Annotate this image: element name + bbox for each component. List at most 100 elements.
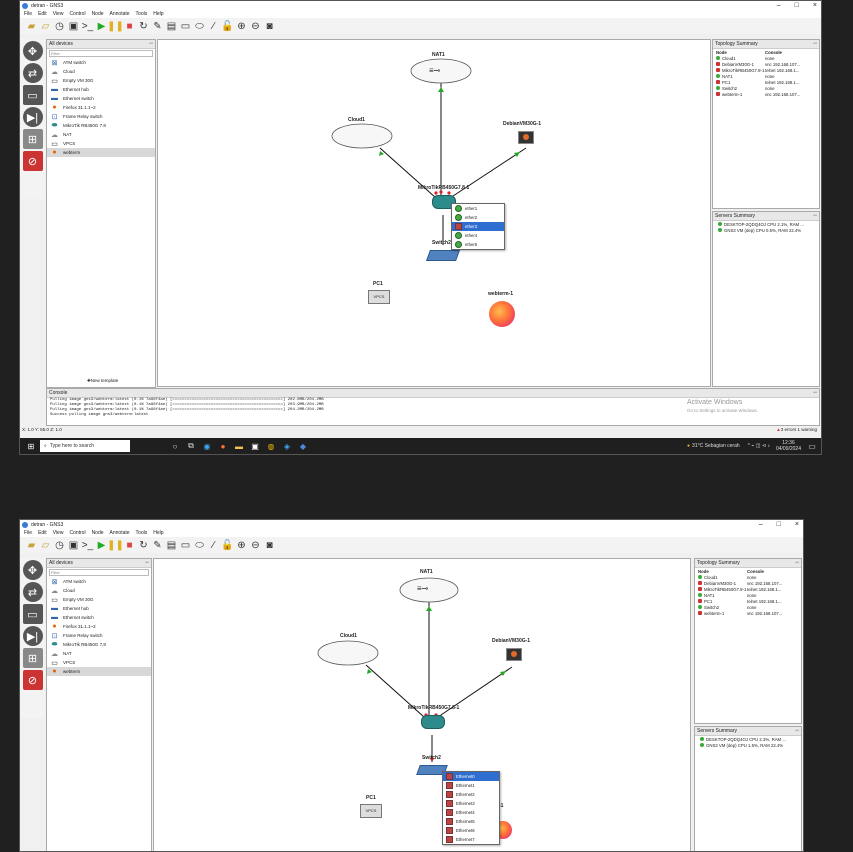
routers-icon[interactable]: ✥ (22, 560, 43, 580)
menu-item-ethernet6[interactable]: Ethernet6 (443, 826, 499, 835)
camera-icon[interactable]: ◙ (264, 21, 275, 32)
switch-icon[interactable] (425, 250, 461, 261)
clock[interactable]: 12:36 04/09/2024 (776, 440, 801, 452)
terminal-icon[interactable]: >_ (82, 21, 93, 32)
folder-icon[interactable]: ▱ (40, 540, 51, 551)
rectangle-icon[interactable]: ▭ (180, 21, 191, 32)
topology-row[interactable]: PC1 telnet 192.168.1... (695, 598, 801, 604)
notification-icon[interactable]: ▭ (807, 441, 817, 451)
topology-canvas[interactable]: NAT1 ≡⊸ Cloud1 DebianVM30G-1 MikroTikRB4… (153, 558, 691, 851)
image-icon[interactable]: ▤ (166, 540, 177, 551)
menu-item-ethernet5[interactable]: Ethernet5 (443, 817, 499, 826)
security-devices-icon[interactable]: ▶| (22, 626, 43, 646)
line-icon[interactable]: ∕ (208, 21, 219, 32)
node-label-debian[interactable]: DebianVM30G-1 (503, 121, 541, 127)
play-icon[interactable]: ▶ (96, 21, 107, 32)
node-label-webterm[interactable]: webterm-1 (488, 291, 513, 297)
pause-icon[interactable]: ❚❚ (107, 540, 124, 551)
cortana-icon[interactable]: ○ (170, 441, 180, 451)
menu-node[interactable]: Node (92, 11, 104, 17)
menu-item-ether3[interactable]: ether3 (452, 222, 504, 231)
reload-icon[interactable]: ↻ (138, 540, 149, 551)
security-devices-icon[interactable]: ▶| (22, 107, 43, 127)
end-devices-icon[interactable]: ▭ (22, 604, 43, 624)
minimize-button[interactable]: – (759, 520, 763, 529)
node-label-pc[interactable]: PC1 (373, 281, 383, 287)
device-webterm[interactable]: ● webterm (47, 667, 151, 676)
device-empty-vm[interactable]: ▭ Empty VM 30G (47, 76, 155, 85)
menu-item-ether1[interactable]: ether1 (452, 204, 504, 213)
new-template-button[interactable]: ✚New template (87, 378, 118, 384)
tray-icons[interactable]: ^ ⌁ ◫ ⊲ ♪ (748, 443, 770, 449)
device-ethernet-switch[interactable]: ▬ Ethernet switch (47, 94, 155, 103)
file-explorer-icon[interactable]: ▬ (234, 441, 244, 451)
device-firefox[interactable]: ● Firefox 31.1.1~2 (47, 622, 151, 631)
topology-row[interactable]: NAT1 none (695, 592, 801, 598)
device-ethernet-hub[interactable]: ▬ Ethernet hub (47, 604, 151, 613)
device-mikrotik[interactable]: ⬬ MikroTik RB450G 7.8 (47, 121, 155, 130)
status-errors[interactable]: ▲3 errors 1 warning (776, 427, 817, 432)
topology-row[interactable]: MikroTikRB450G7.8-1 telnet 192.168.1... (713, 67, 819, 73)
device-filter-input[interactable]: Filter (49, 50, 153, 57)
folder-open-icon[interactable]: ▰ (26, 21, 37, 32)
device-filter-input[interactable]: Filter (49, 569, 149, 576)
menu-item-ethernet7[interactable]: Ethernet7 (443, 835, 499, 844)
server-row[interactable]: GNS3 VM (dep) CPU 1.5%, RAM 22.4% (695, 742, 801, 748)
all-devices-icon[interactable]: ⊞ (22, 648, 43, 668)
terminal-icon[interactable]: >_ (82, 540, 93, 551)
rectangle-icon[interactable]: ▭ (180, 540, 191, 551)
debian-vm-icon[interactable] (518, 131, 534, 144)
routers-icon[interactable]: ✥ (22, 41, 43, 61)
panel-float-icon[interactable]: ▫▫ (813, 213, 817, 219)
topology-row[interactable]: webterm-1 vnc 192.168.107... (713, 91, 819, 97)
clock-icon[interactable]: ◷ (54, 540, 65, 551)
panel-float-icon[interactable]: ▫▫ (795, 728, 799, 734)
server-row[interactable]: GNS3 VM (dep) CPU 0.5%, RAM 22.4% (713, 227, 819, 233)
snapshot-icon[interactable]: ▣ (68, 540, 79, 551)
firefox-icon[interactable] (489, 301, 515, 327)
node-label-router[interactable]: MikroTikRB450G7.8-1 (408, 705, 459, 711)
zoom-out-icon[interactable]: ⊖ (250, 21, 261, 32)
zoom-in-icon[interactable]: ⊕ (236, 540, 247, 551)
menu-edit[interactable]: Edit (38, 11, 47, 17)
pause-icon[interactable]: ❚❚ (107, 21, 124, 32)
camera-icon[interactable]: ◙ (264, 540, 275, 551)
topology-row[interactable]: MikroTikRB450G7.8-1 telnet 192.168.1... (695, 586, 801, 592)
router-icon[interactable] (421, 715, 445, 729)
topology-row[interactable]: NAT1 none (713, 73, 819, 79)
zoom-out-icon[interactable]: ⊖ (250, 540, 261, 551)
stop-icon[interactable]: ■ (124, 540, 135, 551)
snapshot-icon[interactable]: ▣ (68, 21, 79, 32)
node-label-debian[interactable]: DebianVM30G-1 (492, 638, 530, 644)
menu-item-ether5[interactable]: ether5 (452, 240, 504, 249)
chrome-icon[interactable]: ◍ (266, 441, 276, 451)
device-empty-vm[interactable]: ▭ Empty VM 30G (47, 595, 151, 604)
close-button[interactable]: × (813, 1, 817, 10)
menu-edit[interactable]: Edit (38, 530, 47, 536)
menu-view[interactable]: View (53, 530, 64, 536)
node-label-switch[interactable]: Switch2 (422, 755, 441, 761)
firefox-icon[interactable]: ● (218, 441, 228, 451)
topology-row[interactable]: Cloud1 none (713, 55, 819, 61)
menu-item-ethernet4[interactable]: Ethernet4 (443, 808, 499, 817)
folder-icon[interactable]: ▱ (40, 21, 51, 32)
close-button[interactable]: × (795, 520, 799, 529)
add-link-icon[interactable]: ⊘ (22, 670, 43, 690)
device-frame-relay[interactable]: ⊡ Frame Relay switch (47, 112, 155, 121)
topology-canvas[interactable]: NAT1 ≡⊸ Cloud1 DebianVM30G-1 MikroTikRB4… (157, 39, 711, 387)
menu-item-ethernet2[interactable]: Ethernet2 (443, 790, 499, 799)
device-firefox[interactable]: ● Firefox 31.1.1~2 (47, 103, 155, 112)
line-icon[interactable]: ∕ (208, 540, 219, 551)
menu-view[interactable]: View (53, 11, 64, 17)
node-label-switch[interactable]: Switch2 (432, 240, 451, 246)
vpcs-icon[interactable]: VPCS (360, 804, 382, 818)
topology-row[interactable]: Cloud1 none (695, 574, 801, 580)
panel-float-icon[interactable]: ▫▫ (795, 560, 799, 566)
device-vpcs[interactable]: ▭ VPCS (47, 139, 155, 148)
task-view-icon[interactable]: ⧉ (186, 441, 196, 451)
gns3-icon[interactable]: ◈ (282, 441, 292, 451)
vpcs-icon[interactable]: VPCS (368, 290, 390, 304)
note-icon[interactable]: ✎ (152, 21, 163, 32)
panel-float-icon[interactable]: ▫▫ (149, 41, 153, 47)
menu-file[interactable]: File (24, 530, 32, 536)
